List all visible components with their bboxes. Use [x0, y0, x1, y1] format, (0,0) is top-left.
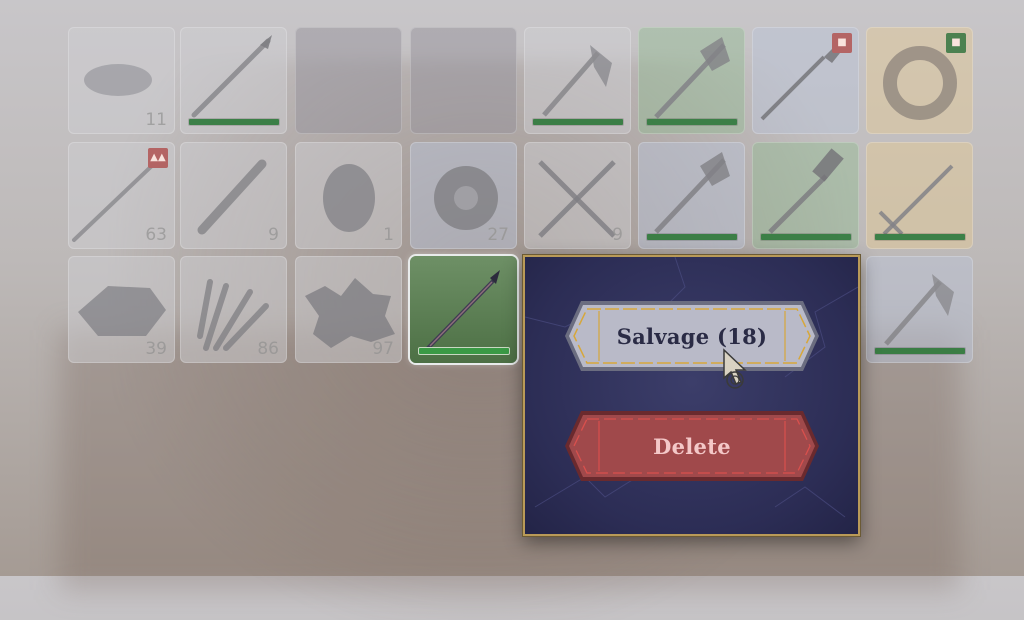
- inventory-slot-r3-c1[interactable]: 39: [68, 256, 175, 363]
- stack-count: 63: [145, 225, 167, 245]
- stack-count: 9: [612, 225, 623, 245]
- stack-count: 9: [268, 225, 279, 245]
- durability-bar: [875, 348, 965, 354]
- pointer-cursor-icon: [723, 348, 747, 389]
- red-rarity-badge-icon: ■: [832, 33, 852, 53]
- durability-bar: [419, 348, 509, 354]
- inventory-slot-r1-c2[interactable]: [180, 27, 287, 134]
- inventory-slot-r3-c2[interactable]: 86: [180, 256, 287, 363]
- green-rarity-badge-icon: ■: [946, 33, 966, 53]
- salvage-label: Salvage (18): [616, 323, 768, 349]
- upgrade-badge-icon: ▲▲: [148, 148, 168, 168]
- axe-icon: [542, 45, 612, 117]
- inventory-slot-r2-c2[interactable]: 9: [180, 142, 287, 249]
- salvage-button[interactable]: Salvage (18): [563, 299, 821, 373]
- inventory-slot-r1-c6[interactable]: [638, 27, 745, 134]
- axe-icon: [884, 274, 954, 346]
- stack-count: 1: [383, 225, 394, 245]
- delete-label: Delete: [653, 433, 731, 459]
- inventory-slot-r2-c4[interactable]: 27: [410, 142, 517, 249]
- durability-bar: [875, 234, 965, 240]
- inventory-grid: 11 ■ ■ 63 ▲▲ 9 1 27 9 39 86 97: [0, 0, 1024, 576]
- inventory-slot-r3-c3[interactable]: 97: [295, 256, 402, 363]
- durability-bar: [189, 119, 279, 125]
- inventory-slot-r1-c1[interactable]: 11: [68, 27, 175, 134]
- spear-icon: [426, 270, 500, 350]
- inventory-slot-r2-c1[interactable]: 63 ▲▲: [68, 142, 175, 249]
- halberd-icon: [654, 152, 730, 234]
- halberd-icon: [654, 37, 730, 119]
- item-context-menu: Salvage (18) Delete: [523, 255, 860, 536]
- durability-bar: [533, 119, 623, 125]
- inventory-slot-r2-c6[interactable]: [638, 142, 745, 249]
- inventory-slot-r1-c3[interactable]: [295, 27, 402, 134]
- inventory-slot-r1-c8[interactable]: ■: [866, 27, 973, 134]
- stack-count: 86: [257, 339, 279, 359]
- inventory-slot-r3-c4[interactable]: [410, 256, 517, 363]
- stack-count: 39: [145, 339, 167, 359]
- inventory-slot-r1-c5[interactable]: [524, 27, 631, 134]
- stack-count: 97: [372, 339, 394, 359]
- stack-count: 27: [487, 225, 509, 245]
- durability-bar: [647, 119, 737, 125]
- inventory-slot-r1-c4[interactable]: [410, 27, 517, 134]
- inventory-slot-r1-c7[interactable]: ■: [752, 27, 859, 134]
- inventory-slot-r3-c8[interactable]: [866, 256, 973, 363]
- inventory-slot-r2-c5[interactable]: 9: [524, 142, 631, 249]
- delete-button[interactable]: Delete: [563, 409, 821, 483]
- inventory-slot-r2-c7[interactable]: [752, 142, 859, 249]
- inventory-slot-r2-c8[interactable]: [866, 142, 973, 249]
- sword-icon: [878, 164, 954, 236]
- durability-bar: [761, 234, 851, 240]
- inventory-slot-r2-c3[interactable]: 1: [295, 142, 402, 249]
- durability-bar: [647, 234, 737, 240]
- spear-icon: [191, 35, 272, 118]
- mace-icon: [768, 148, 844, 234]
- stack-count: 11: [145, 110, 167, 130]
